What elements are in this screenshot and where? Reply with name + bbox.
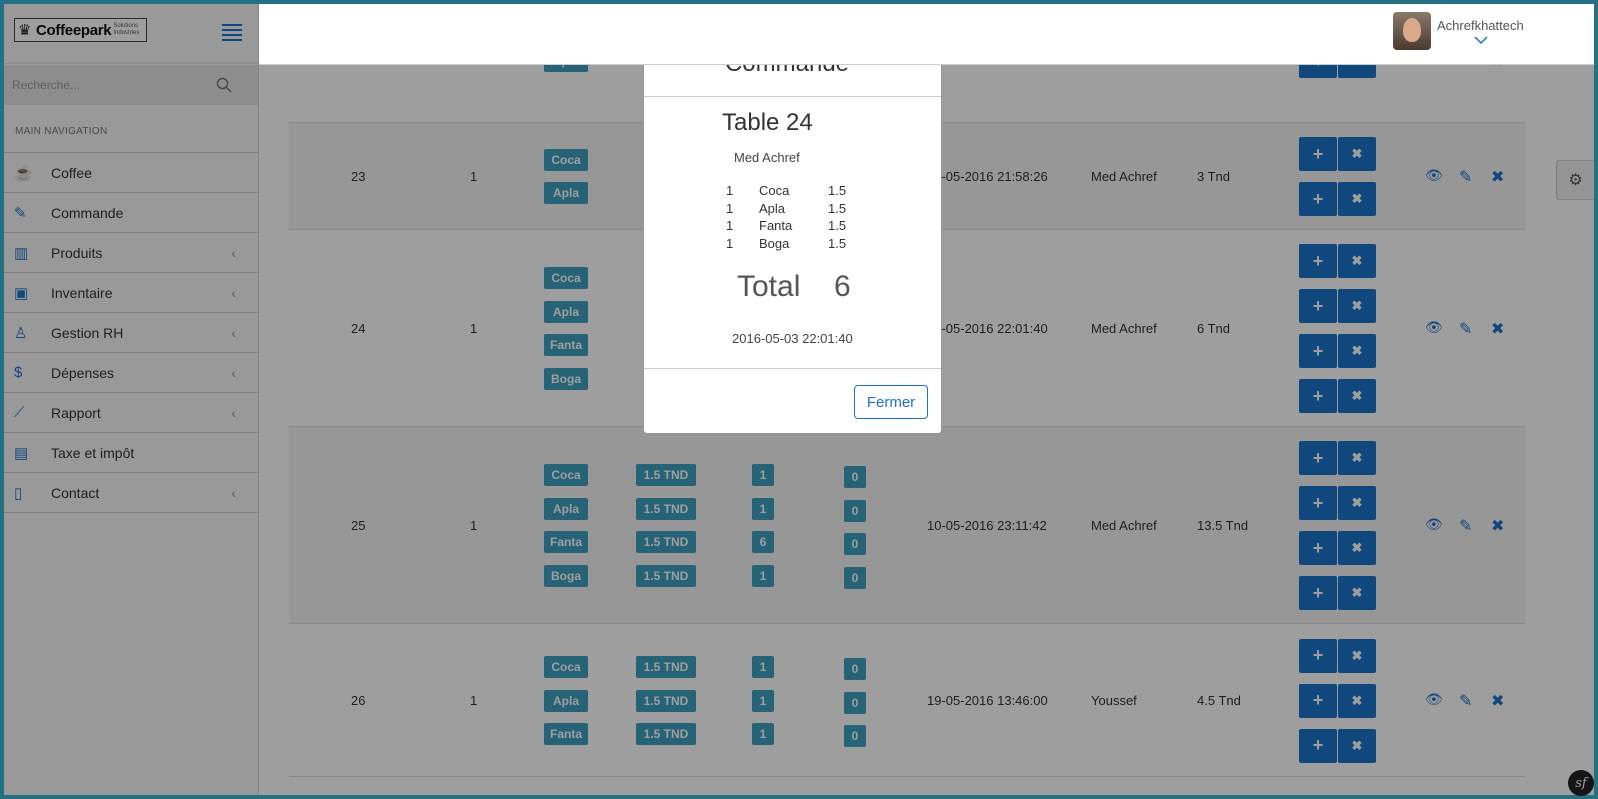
modal-line-price: 1.5 — [828, 200, 847, 216]
chevron-down-icon[interactable] — [1474, 36, 1488, 44]
divider — [644, 96, 941, 97]
avatar[interactable] — [1393, 12, 1431, 50]
modal-line-name: Fanta — [759, 218, 793, 234]
modal-line-price: 1.5 — [828, 183, 847, 198]
modal-backdrop[interactable]: Commande × Table 24 Med Achref 1Coca1.51… — [0, 0, 1598, 799]
modal-line-qty: 1 — [726, 200, 734, 216]
top-bar: Achrefkhattech — [259, 4, 1594, 65]
modal-table-number: Table 24 — [722, 109, 813, 136]
order-modal: Commande × Table 24 Med Achref 1Coca1.51… — [643, 31, 942, 434]
modal-line-name: Apla — [759, 200, 786, 216]
modal-date: 2016-05-03 22:01:40 — [732, 331, 853, 346]
divider — [644, 368, 941, 369]
modal-line-name: Coca — [759, 183, 790, 198]
modal-line-qty: 1 — [726, 183, 734, 198]
modal-line-qty: 1 — [726, 218, 734, 234]
modal-waiter: Med Achref — [734, 150, 800, 165]
modal-total-value: 6 — [834, 270, 851, 303]
user-name[interactable]: Achrefkhattech — [1437, 18, 1524, 33]
modal-line-qty: 1 — [726, 236, 734, 252]
fermer-button[interactable]: Fermer — [854, 385, 928, 419]
modal-line-price: 1.5 — [828, 218, 847, 234]
modal-line-name: Boga — [759, 236, 790, 252]
modal-line-price: 1.5 — [828, 236, 847, 252]
modal-total-label: Total — [737, 270, 801, 303]
